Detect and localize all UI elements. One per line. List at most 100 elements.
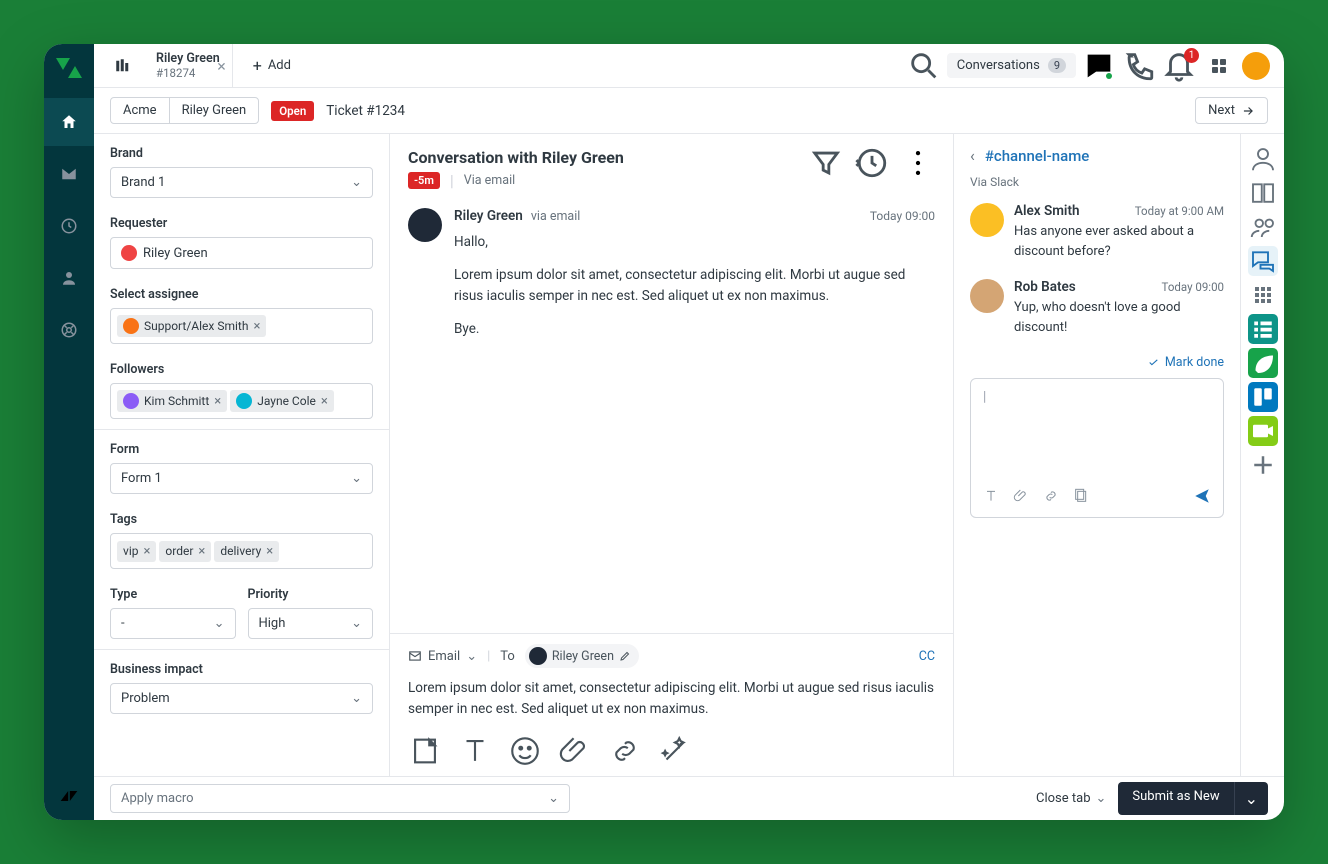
type-select[interactable]: -⌄ bbox=[110, 608, 236, 639]
more-icon[interactable] bbox=[901, 148, 935, 178]
apps-icon[interactable] bbox=[1202, 51, 1236, 81]
edit-icon[interactable] bbox=[619, 650, 631, 662]
via-label: Via email bbox=[464, 173, 515, 188]
leaf-app-icon[interactable] bbox=[1248, 348, 1278, 378]
side-panel: ‹ #channel-name Via Slack Alex SmithToda… bbox=[954, 134, 1284, 776]
impact-select[interactable]: Problem⌄ bbox=[110, 683, 373, 714]
phone-icon[interactable] bbox=[1122, 51, 1156, 81]
cc-button[interactable]: CC bbox=[919, 649, 935, 664]
attachment-icon[interactable] bbox=[1013, 488, 1029, 508]
close-icon[interactable]: × bbox=[207, 56, 236, 75]
side-author: Rob Bates bbox=[1014, 279, 1076, 295]
ticket-tab[interactable]: Riley Green #18274 × bbox=[144, 44, 233, 88]
views-icon[interactable] bbox=[108, 53, 138, 79]
form-select[interactable]: Form 1⌄ bbox=[110, 463, 373, 494]
remove-icon[interactable]: × bbox=[143, 544, 150, 559]
tag-chip[interactable]: vip× bbox=[117, 541, 156, 562]
remove-icon[interactable]: × bbox=[266, 544, 273, 559]
requester-input[interactable]: Riley Green bbox=[110, 237, 373, 269]
text-format-icon[interactable] bbox=[458, 736, 492, 766]
to-chip[interactable]: Riley Green bbox=[525, 644, 639, 668]
tag-chip[interactable]: delivery× bbox=[214, 541, 279, 562]
back-icon[interactable]: ‹ bbox=[970, 146, 975, 165]
remove-icon[interactable]: × bbox=[198, 544, 205, 559]
nav-clock[interactable] bbox=[44, 202, 94, 250]
search-icon[interactable] bbox=[907, 51, 941, 81]
list-app-icon[interactable] bbox=[1248, 314, 1278, 344]
user-avatar[interactable] bbox=[1242, 52, 1270, 80]
video-app-icon[interactable] bbox=[1248, 416, 1278, 446]
attachment-icon[interactable] bbox=[558, 736, 592, 766]
crumb-requester[interactable]: Riley Green bbox=[170, 98, 259, 123]
impact-label: Business impact bbox=[110, 662, 373, 677]
magic-icon[interactable] bbox=[658, 736, 692, 766]
side-avatar bbox=[970, 279, 1004, 313]
next-button[interactable]: Next bbox=[1195, 97, 1268, 124]
breadcrumb-bar: Acme Riley Green Open Ticket #1234 Next bbox=[94, 88, 1284, 134]
compose-channel[interactable]: Email⌄ bbox=[408, 649, 477, 664]
grid-app-icon[interactable] bbox=[1248, 280, 1278, 310]
nav-person[interactable] bbox=[44, 254, 94, 302]
add-button[interactable]: +Add bbox=[239, 56, 305, 75]
follower-chip[interactable]: Jayne Cole× bbox=[230, 390, 334, 412]
side-message: Alex Smith Today at 9:00 AM Has anyone ev… bbox=[970, 203, 1224, 261]
message-via: via email bbox=[531, 209, 580, 224]
user-app-icon[interactable] bbox=[1248, 144, 1278, 174]
assignee-input[interactable]: Support/Alex Smith× bbox=[110, 308, 373, 344]
trello-app-icon[interactable] bbox=[1248, 382, 1278, 412]
nav-help[interactable] bbox=[44, 306, 94, 354]
channel-link[interactable]: #channel-name bbox=[985, 147, 1090, 165]
crumb-org[interactable]: Acme bbox=[111, 98, 170, 123]
side-author: Alex Smith bbox=[1014, 203, 1080, 219]
clipboard-icon[interactable] bbox=[1073, 488, 1089, 508]
apps-rail bbox=[1240, 134, 1284, 776]
add-app-icon[interactable] bbox=[1248, 450, 1278, 480]
assignee-chip[interactable]: Support/Alex Smith× bbox=[117, 315, 266, 337]
remove-icon[interactable]: × bbox=[253, 319, 260, 334]
nav-mail[interactable] bbox=[44, 150, 94, 198]
properties-panel: Brand Brand 1⌄ Requester Riley Green Sel… bbox=[94, 134, 390, 776]
brand-select[interactable]: Brand 1⌄ bbox=[110, 167, 373, 198]
brand-label: Brand bbox=[110, 146, 373, 161]
link-icon[interactable] bbox=[1043, 488, 1059, 508]
requester-label: Requester bbox=[110, 216, 373, 231]
side-compose-input[interactable]: | bbox=[971, 379, 1223, 479]
tag-chip[interactable]: order× bbox=[159, 541, 211, 562]
compose-body[interactable]: Lorem ipsum dolor sit amet, consectetur … bbox=[408, 676, 935, 728]
mark-done-button[interactable]: Mark done bbox=[970, 355, 1224, 370]
macro-select[interactable]: Apply macro⌄ bbox=[110, 784, 570, 813]
followers-input[interactable]: Kim Schmitt× Jayne Cole× bbox=[110, 383, 373, 419]
breadcrumb: Acme Riley Green bbox=[110, 97, 259, 124]
remove-icon[interactable]: × bbox=[321, 394, 328, 409]
follower-chip[interactable]: Kim Schmitt× bbox=[117, 390, 227, 412]
submit-button[interactable]: Submit as New⌄ bbox=[1118, 782, 1268, 815]
notifications-icon[interactable]: 1 bbox=[1162, 51, 1196, 81]
priority-select[interactable]: High⌄ bbox=[248, 608, 374, 639]
conversation-app-icon[interactable] bbox=[1248, 246, 1278, 276]
side-text: Has anyone ever asked about a discount b… bbox=[1014, 222, 1224, 261]
side-compose[interactable]: | bbox=[970, 378, 1224, 518]
emoji-icon[interactable] bbox=[508, 736, 542, 766]
tags-input[interactable]: vip× order× delivery× bbox=[110, 533, 373, 569]
send-button[interactable] bbox=[1193, 487, 1211, 509]
nav-rail bbox=[44, 44, 94, 820]
footer: Apply macro⌄ Close tab⌄ Submit as New⌄ bbox=[94, 776, 1284, 820]
knowledge-app-icon[interactable] bbox=[1248, 178, 1278, 208]
text-format-icon[interactable] bbox=[983, 488, 999, 508]
history-icon[interactable] bbox=[855, 148, 889, 178]
remove-icon[interactable]: × bbox=[214, 394, 221, 409]
sla-badge: -5m bbox=[408, 172, 440, 189]
conversations-button[interactable]: Conversations9 bbox=[947, 53, 1076, 78]
side-time: Today at 9:00 AM bbox=[1135, 204, 1224, 218]
link-icon[interactable] bbox=[608, 736, 642, 766]
chat-icon[interactable] bbox=[1082, 51, 1116, 81]
followers-label: Followers bbox=[110, 362, 373, 377]
close-tab-button[interactable]: Close tab⌄ bbox=[1036, 791, 1106, 806]
note-icon[interactable] bbox=[408, 736, 442, 766]
conversation-title: Conversation with Riley Green bbox=[408, 148, 624, 167]
nav-home[interactable] bbox=[44, 98, 94, 146]
assignee-label: Select assignee bbox=[110, 287, 373, 302]
submit-dropdown[interactable]: ⌄ bbox=[1234, 782, 1268, 815]
contacts-app-icon[interactable] bbox=[1248, 212, 1278, 242]
filter-icon[interactable] bbox=[809, 148, 843, 178]
